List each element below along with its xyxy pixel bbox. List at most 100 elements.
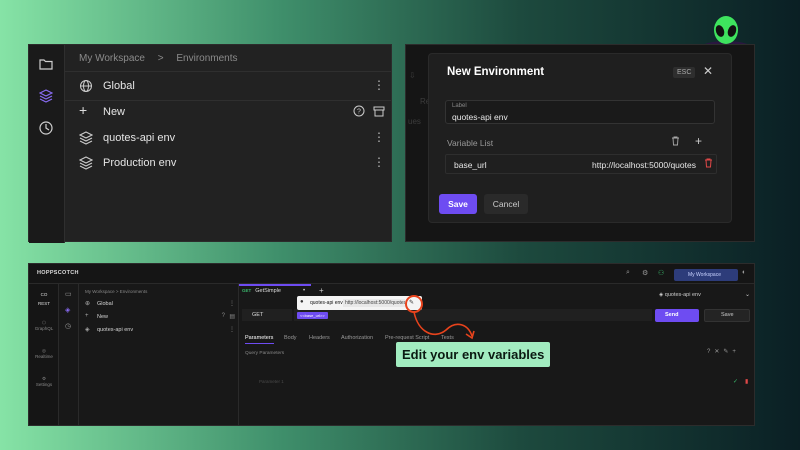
env-label: Global <box>97 301 113 307</box>
active-tab-indicator <box>245 343 274 344</box>
environments-panel: My Workspace > Environments Global ⋮ + N… <box>28 44 392 243</box>
globe-icon: ⊕ <box>85 301 91 307</box>
new-environment-panel: ⇩ Re ues New Environment ESC ✕ Label quo… <box>405 44 755 242</box>
trash-icon[interactable] <box>671 136 680 148</box>
parameter-placeholder[interactable]: Parameter 1 <box>259 379 284 384</box>
variable-row: base_url http://localhost:5000/quotes <box>445 154 717 174</box>
rail-settings[interactable]: ⚙ Settings <box>29 376 59 387</box>
env-label: Production env <box>103 157 177 169</box>
collections-rail: ▭ ◈ ◷ <box>59 284 79 425</box>
more-options-icon[interactable]: ⋮ <box>373 78 385 92</box>
env-variable-chip[interactable]: <<base_url>> <box>297 311 328 319</box>
popover-url-value: http://localhost:5000/quotes <box>343 299 405 307</box>
rail-realtime[interactable]: ◎ Realtime <box>29 348 59 359</box>
env-label: Global <box>103 80 135 92</box>
tab-authorization[interactable]: Authorization <box>341 335 373 341</box>
send-button[interactable]: Send <box>655 309 699 322</box>
new-env-button[interactable]: + New ? <box>79 102 385 124</box>
rail-graphql[interactable]: ⬡ GraphQL <box>29 320 59 331</box>
esc-hint: ESC <box>673 67 696 78</box>
new-env-button[interactable]: + New ? ▤ <box>85 313 235 323</box>
more-options-icon[interactable]: ⋮ <box>229 300 235 307</box>
layers-icon[interactable]: ◈ <box>65 306 70 314</box>
user-icon: ● <box>300 299 304 305</box>
brand-logo[interactable]: HOPPSCOTCH <box>37 270 79 276</box>
history-icon[interactable]: ◷ <box>65 322 71 330</box>
env-row-production[interactable]: Production env ⋮ <box>78 153 385 175</box>
archive-icon[interactable]: ▤ <box>229 313 235 320</box>
archive-icon[interactable] <box>373 105 385 120</box>
tab-close-icon[interactable]: • <box>303 288 305 294</box>
folder-icon[interactable] <box>39 57 55 73</box>
avatar[interactable]: ◐ <box>742 269 746 276</box>
method-select[interactable]: GET <box>242 309 292 321</box>
top-bar: HOPPSCOTCH ⌕ ⚙ ⚇ My Workspace ◐ <box>29 264 754 284</box>
help-icon[interactable]: ? <box>353 105 365 120</box>
breadcrumb: My Workspace > Environments <box>85 289 148 294</box>
tab-parameters[interactable]: Parameters <box>245 335 273 341</box>
svg-text:?: ? <box>357 109 361 116</box>
environment-selector[interactable]: ◈ quotes-api env <box>659 292 701 298</box>
plus-icon: + <box>79 102 88 118</box>
tab-body[interactable]: Body <box>284 335 297 341</box>
field-value[interactable]: quotes-api env <box>452 112 508 122</box>
cancel-button[interactable]: Cancel <box>484 194 528 214</box>
callout-label: Edit your env variables <box>396 342 551 367</box>
globe-icon <box>79 79 93 93</box>
help-icon[interactable]: ? <box>222 313 225 319</box>
more-options-icon[interactable]: ⋮ <box>229 326 235 333</box>
save-button[interactable]: Save <box>704 309 750 322</box>
env-variable-popover: ● quotes-api env http://localhost:5000/q… <box>297 296 422 310</box>
field-label: Label <box>452 103 467 109</box>
tab-method: GET <box>242 288 252 293</box>
tab-getsimple[interactable]: GET GetSimple <box>242 288 281 294</box>
breadcrumb-workspace[interactable]: My Workspace <box>79 53 145 64</box>
new-label: New <box>103 106 126 118</box>
delete-variable-icon[interactable] <box>704 158 713 170</box>
query-parameters-heading: Query Parameters <box>245 351 285 356</box>
new-label: New <box>97 314 109 320</box>
new-tab-icon[interactable]: + <box>319 286 324 295</box>
history-icon[interactable] <box>39 121 55 137</box>
variable-key[interactable]: base_url <box>454 160 487 170</box>
param-toolbar-icons[interactable]: ?✕✎+ <box>707 348 740 355</box>
folder-icon[interactable]: ▭ <box>65 290 72 298</box>
rail-realtime-label: Realtime <box>35 354 53 359</box>
env-row-global[interactable]: ⊕ Global ⋮ <box>85 300 235 310</box>
breadcrumb-environments[interactable]: Environments <box>176 53 237 64</box>
close-icon[interactable]: ✕ <box>703 64 713 78</box>
env-row-quotes-api[interactable]: quotes-api env ⋮ <box>78 128 385 150</box>
chevron-down-icon[interactable]: ⌄ <box>745 291 750 298</box>
save-button[interactable]: Save <box>439 194 477 214</box>
add-variable-icon[interactable]: + <box>695 134 702 148</box>
active-tab-indicator <box>239 284 311 286</box>
layers-icon[interactable] <box>38 89 55 105</box>
plus-icon: + <box>85 313 89 319</box>
rail-settings-label: Settings <box>35 382 53 387</box>
invite-icon[interactable]: ⚇ <box>658 269 664 277</box>
check-icon[interactable]: ✓ <box>733 378 738 385</box>
layers-icon <box>78 131 94 145</box>
env-row-global[interactable]: Global ⋮ <box>79 76 385 98</box>
sidebar-rail: CO REST ⬡ GraphQL ◎ Realtime ⚙ Settings <box>29 284 59 425</box>
label-field[interactable]: Label quotes-api env <box>445 100 715 124</box>
layers-icon: ◈ <box>85 327 90 333</box>
breadcrumb: My Workspace > Environments <box>79 53 248 64</box>
search-icon[interactable]: ⌕ <box>626 269 630 277</box>
breadcrumb-separator: > <box>157 53 164 64</box>
hoppscotch-app-panel: HOPPSCOTCH ⌕ ⚙ ⚇ My Workspace ◐ CO REST … <box>28 263 755 426</box>
modal-title: New Environment <box>447 66 545 78</box>
tab-headers[interactable]: Headers <box>309 335 330 341</box>
layers-icon <box>78 156 94 170</box>
workspace-selector[interactable]: My Workspace <box>674 269 738 281</box>
delete-icon[interactable]: ▮ <box>745 378 748 385</box>
environments-list: My Workspace > Environments ⊕ Global ⋮ +… <box>79 284 239 425</box>
more-options-icon[interactable]: ⋮ <box>373 155 385 169</box>
popover-env-name: quotes-api env <box>310 300 343 306</box>
variable-value[interactable]: http://localhost:5000/quotes <box>592 160 696 170</box>
new-environment-modal: New Environment ESC ✕ Label quotes-api e… <box>428 53 732 223</box>
settings-icon[interactable]: ⚙ <box>642 269 648 277</box>
env-row-quotes-api[interactable]: ◈ quotes-api env ⋮ <box>85 326 235 336</box>
rail-rest[interactable]: CO REST <box>29 292 59 306</box>
more-options-icon[interactable]: ⋮ <box>373 130 385 144</box>
